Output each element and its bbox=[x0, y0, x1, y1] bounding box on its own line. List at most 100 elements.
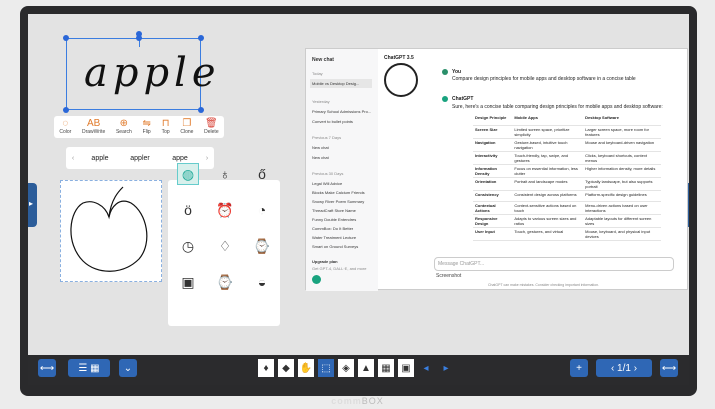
sidebar-item[interactable]: Primary School Admissions Pro... bbox=[312, 109, 371, 114]
table-cell: Orientation bbox=[473, 177, 513, 191]
menu-drawwrite-button[interactable]: AB DrawWrite bbox=[82, 118, 105, 136]
screenshot-button[interactable]: Screenshot bbox=[436, 273, 461, 279]
table-row: Information Density Focus on essential in… bbox=[473, 164, 661, 178]
table-tool-icon[interactable]: ▦ bbox=[378, 359, 394, 377]
pen-tool-icon[interactable]: ♦ bbox=[258, 359, 274, 377]
peach-icon[interactable]: ӧ bbox=[177, 199, 199, 221]
resize-handle-br[interactable] bbox=[198, 107, 204, 113]
suggestion-prev-button[interactable]: ‹ bbox=[66, 155, 80, 162]
sidebar-item[interactable]: Smart on Ground Surveys bbox=[312, 244, 358, 249]
table-cell: Clicks, keyboard shortcuts, context menu… bbox=[583, 151, 661, 165]
table-cell: Touch, gestures, and virtual bbox=[512, 227, 584, 241]
sidebar-item[interactable]: New chat bbox=[312, 155, 329, 160]
table-cell: Contextual Actions bbox=[473, 201, 513, 215]
timer-icon[interactable]: ◔ bbox=[251, 199, 273, 221]
table-cell: Interactivity bbox=[473, 151, 513, 165]
menu-clone-button[interactable]: ❐ Clone bbox=[180, 119, 193, 136]
section-prev7: Previous 7 Days bbox=[312, 135, 342, 140]
smartwatch-icon[interactable]: ▣ bbox=[177, 271, 199, 293]
sidebar-item[interactable]: Water Treatment Lecture bbox=[312, 235, 356, 240]
brand-logo: commBOX bbox=[331, 396, 384, 406]
sidebar-item[interactable]: Convert to bullet points bbox=[312, 119, 353, 124]
apple-sketch bbox=[70, 186, 148, 272]
page-navigator[interactable]: ‹ 1/1 › bbox=[596, 359, 652, 377]
sidebar-item[interactable]: Funny Double Entendres bbox=[312, 217, 356, 222]
sketch-selection[interactable] bbox=[60, 180, 162, 282]
sidebar-item-active[interactable]: Mobile vs Desktop Desig... bbox=[310, 79, 372, 88]
table-cell: Information Density bbox=[473, 164, 513, 178]
suggestion-item[interactable]: apple bbox=[80, 155, 120, 162]
redo-icon[interactable]: ▸ bbox=[438, 359, 454, 377]
resize-handle-tl[interactable] bbox=[63, 35, 69, 41]
sidebar-item[interactable]: Legal Will Advice bbox=[312, 181, 342, 186]
alarm-clock-icon[interactable]: ⏰ bbox=[214, 199, 236, 221]
apple-outline-icon[interactable]: ♁ bbox=[214, 163, 236, 185]
flip-icon: ⇋ bbox=[142, 118, 151, 129]
table-cell: Platform-specific design guidelines bbox=[583, 190, 661, 202]
clock-icon[interactable]: ◷ bbox=[177, 235, 199, 257]
openai-logo-icon bbox=[384, 63, 418, 97]
table-cell: Mouse and keyboard-driven navigation bbox=[583, 138, 661, 152]
table-cell: Adaptable layouts for different screen s… bbox=[583, 214, 661, 228]
resize-handle-tr[interactable] bbox=[198, 35, 204, 41]
apple-fruit-icon[interactable]: ő bbox=[251, 163, 273, 185]
bowl-icon[interactable]: ◒ bbox=[251, 271, 273, 293]
resize-handle-top[interactable] bbox=[136, 35, 142, 41]
wristwatch-icon[interactable]: ⌚ bbox=[214, 271, 236, 293]
bot-message: Sure, here's a concise table comparing d… bbox=[452, 104, 663, 110]
toolbox-icon[interactable]: ▣ bbox=[398, 359, 414, 377]
menu-flip-button[interactable]: ⇋ Flip bbox=[142, 118, 151, 136]
section-prev30: Previous 30 Days bbox=[312, 171, 344, 176]
pear-icon[interactable]: ♢ bbox=[214, 235, 236, 257]
undo-icon[interactable]: ◂ bbox=[418, 359, 434, 377]
menu-delete-button[interactable]: 🗑 Delete bbox=[204, 119, 218, 136]
add-page-button[interactable]: + bbox=[570, 359, 588, 377]
apple-shape-icon[interactable]: ◍ bbox=[177, 163, 199, 185]
watch-icon[interactable]: ⌚ bbox=[251, 235, 273, 257]
shape-tool-icon[interactable]: ▲ bbox=[358, 359, 374, 377]
sidebar-item[interactable]: Blocks Make Calcium Friends bbox=[312, 190, 365, 195]
model-selector[interactable]: ChatGPT 3.5 bbox=[384, 55, 414, 61]
selection-context-menu: ◌ Color AB DrawWrite ⊕ Search ⇋ Flip ⊓ Top ❐ C… bbox=[54, 116, 224, 138]
menu-search-button[interactable]: ⊕ Search bbox=[116, 118, 132, 136]
collapse-right-button[interactable]: ⟷ bbox=[660, 359, 678, 377]
new-chat-button[interactable]: New chat bbox=[312, 57, 334, 63]
sidebar-item[interactable]: ThreadCraft Store Name bbox=[312, 208, 356, 213]
resize-handle-bl[interactable] bbox=[63, 107, 69, 113]
suggestion-item[interactable]: appler bbox=[120, 155, 160, 162]
table-row: Screen Size Limited screen space, priorit… bbox=[473, 125, 661, 139]
view-toggle-button[interactable]: ☰ ▦ bbox=[68, 359, 110, 377]
chevron-down-button[interactable]: ⌄ bbox=[119, 359, 137, 377]
table-row: User Input Touch, gestures, and virtual Mo… bbox=[473, 227, 661, 241]
hand-tool-icon[interactable]: ✋ bbox=[298, 359, 314, 377]
menu-color-button[interactable]: ◌ Color bbox=[59, 118, 71, 136]
table-cell: Focus on essential information, less clu… bbox=[512, 164, 584, 178]
table-cell: Adapts to various screen sizes and ratio… bbox=[512, 214, 584, 228]
suggestion-item[interactable]: appe bbox=[160, 155, 200, 162]
left-drawer-tab[interactable]: ▸ bbox=[28, 183, 37, 227]
text-recognize-icon: AB bbox=[86, 118, 101, 129]
avatar[interactable] bbox=[312, 275, 321, 284]
bot-avatar-icon bbox=[442, 96, 448, 102]
select-tool-icon[interactable]: ⬚ bbox=[318, 359, 334, 377]
table-cell: Mouse, keyboard, and physical input devi… bbox=[583, 227, 661, 241]
menu-top-button[interactable]: ⊓ Top bbox=[161, 118, 170, 136]
palette-icon: ◌ bbox=[62, 118, 69, 129]
highlighter-tool-icon[interactable]: ◈ bbox=[338, 359, 354, 377]
sidebar-item[interactable]: Snowy River Poem Summary bbox=[312, 199, 364, 204]
table-row: Navigation Gesture-based, intuitive touch… bbox=[473, 138, 661, 152]
table-cell: Menu-driven actions based on user intera… bbox=[583, 201, 661, 215]
eraser-tool-icon[interactable]: ◆ bbox=[278, 359, 294, 377]
search-icon: ⊕ bbox=[119, 118, 129, 129]
message-input[interactable]: Message ChatGPT... bbox=[434, 257, 674, 271]
sidebar-item[interactable]: New chat bbox=[312, 145, 329, 150]
table-cell: Responsive Design bbox=[473, 214, 513, 228]
chevron-right-icon[interactable]: › bbox=[631, 363, 637, 374]
collapse-left-button[interactable]: ⟷ bbox=[38, 359, 56, 377]
suggestion-next-button[interactable]: › bbox=[200, 155, 214, 162]
table-cell: Touch-friendly, tap, swipe, and gestures bbox=[512, 151, 584, 165]
handwritten-text: apple bbox=[84, 50, 221, 96]
sidebar-item[interactable]: CommBox: Do It Better bbox=[312, 226, 353, 231]
bring-top-icon: ⊓ bbox=[161, 118, 170, 129]
upgrade-plan-button[interactable]: Upgrade plan bbox=[312, 259, 338, 264]
